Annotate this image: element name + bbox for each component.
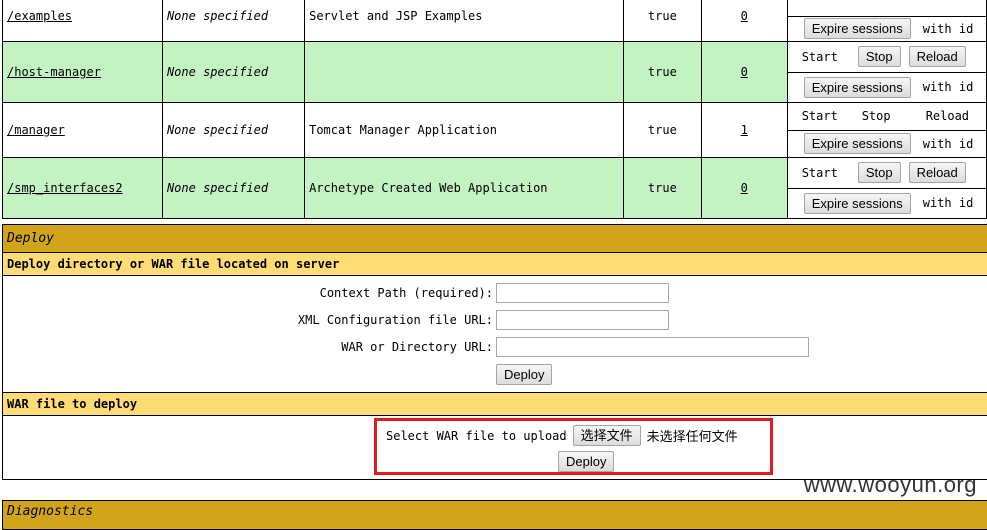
choose-file-button[interactable]: 选择文件 [572, 425, 641, 446]
app-sessions-link[interactable]: 0 [741, 181, 748, 195]
expire-line: Expire sessions with id [788, 71, 986, 102]
diagnostics-header: Diagnostics [2, 500, 987, 530]
start-label[interactable]: Start [802, 109, 854, 123]
app-path-link[interactable]: /smp_interfaces2 [7, 181, 123, 195]
app-version: None specified [166, 181, 269, 195]
app-display-name: Archetype Created Web Application [304, 157, 624, 219]
context-path-label: Context Path (required): [319, 286, 493, 300]
table-row: /host-manager None specified true 0 Start Sto… [2, 41, 987, 103]
expire-sessions-button[interactable]: Expire sessions [803, 18, 911, 40]
select-war-label: Select WAR file to upload [386, 428, 567, 443]
idle-text: with id [922, 136, 974, 151]
app-path-link[interactable]: /host-manager [7, 65, 101, 79]
app-display-name: Servlet and JSP Examples [304, 0, 624, 42]
deploy-war-button[interactable]: Deploy [558, 451, 615, 472]
expire-line: Expire sessions with id [788, 15, 986, 41]
command-line: Start Stop Reload [788, 104, 985, 130]
app-running: true [623, 41, 702, 103]
war-file-header: WAR file to deploy [3, 392, 987, 416]
start-label[interactable]: Start [802, 50, 838, 64]
expire-sessions-button[interactable]: Expire sessions [803, 76, 911, 98]
no-file-text: 未选择任何文件 [646, 429, 738, 444]
watermark: www.wooyun.org [803, 472, 977, 497]
expire-sessions-button[interactable]: Expire sessions [803, 192, 911, 214]
reload-button[interactable]: Reload [908, 46, 966, 68]
idle-text: with id [922, 21, 974, 36]
app-display-name: Tomcat Manager Application [304, 102, 624, 158]
app-commands: Start Stop Reload Expire sessions with id [786, 102, 987, 158]
app-running: true [623, 157, 702, 219]
app-path-link[interactable]: /manager [7, 123, 65, 137]
app-display-name [304, 41, 624, 103]
app-sessions-link[interactable]: 0 [741, 9, 748, 23]
deploy-header: Deploy [3, 225, 987, 253]
command-line: Start Stop Reload [788, 159, 985, 188]
table-row: /smp_interfaces2 None specified Archetype … [2, 157, 987, 219]
expire-line: Expire sessions with id [788, 187, 986, 218]
command-line: Start Stop Reload [788, 43, 985, 72]
applications-table: /examples None specified Servlet and JSP E… [2, 0, 987, 219]
app-version: None specified [166, 65, 269, 79]
start-label[interactable]: Start [802, 166, 838, 180]
stop-button[interactable]: Stop [857, 46, 901, 68]
idle-text: with id [922, 80, 974, 95]
stop-button[interactable]: Stop [857, 162, 901, 184]
app-sessions-link[interactable]: 1 [741, 123, 748, 137]
war-upload-highlight: Select WAR file to upload 选择文件 未选择任何文件 D… [374, 418, 773, 475]
app-running: true [623, 0, 702, 42]
app-version: None specified [166, 123, 269, 137]
table-row: /examples None specified Servlet and JSP E… [2, 0, 987, 42]
app-commands: Start Stop Reload Expire sessions with id [786, 41, 987, 103]
xml-config-label: XML Configuration file URL: [297, 313, 493, 327]
app-version: None specified [166, 9, 269, 23]
reload-label[interactable]: Reload [926, 109, 969, 123]
app-path-link[interactable]: /examples [7, 9, 72, 23]
expire-line: Expire sessions with id [788, 129, 986, 157]
context-path-input[interactable] [496, 283, 669, 303]
table-row: /manager None specified Tomcat Manager App… [2, 102, 987, 158]
stop-label[interactable]: Stop [862, 109, 918, 123]
deploy-server-header: Deploy directory or WAR file located on … [3, 253, 987, 276]
reload-button[interactable]: Reload [908, 162, 966, 184]
app-sessions-link[interactable]: 0 [741, 65, 748, 79]
app-running: true [623, 102, 702, 158]
idle-text: with id [922, 196, 974, 211]
war-dir-label: WAR or Directory URL: [341, 340, 493, 354]
war-dir-input[interactable] [496, 337, 809, 357]
expire-sessions-button[interactable]: Expire sessions [803, 133, 911, 155]
xml-config-input[interactable] [496, 310, 669, 330]
app-commands: Start Stop Reload Expire sessions with id [786, 157, 987, 219]
deploy-server-button[interactable]: Deploy [496, 364, 553, 385]
app-commands: Expire sessions with id [786, 0, 987, 42]
command-line [788, 0, 985, 16]
